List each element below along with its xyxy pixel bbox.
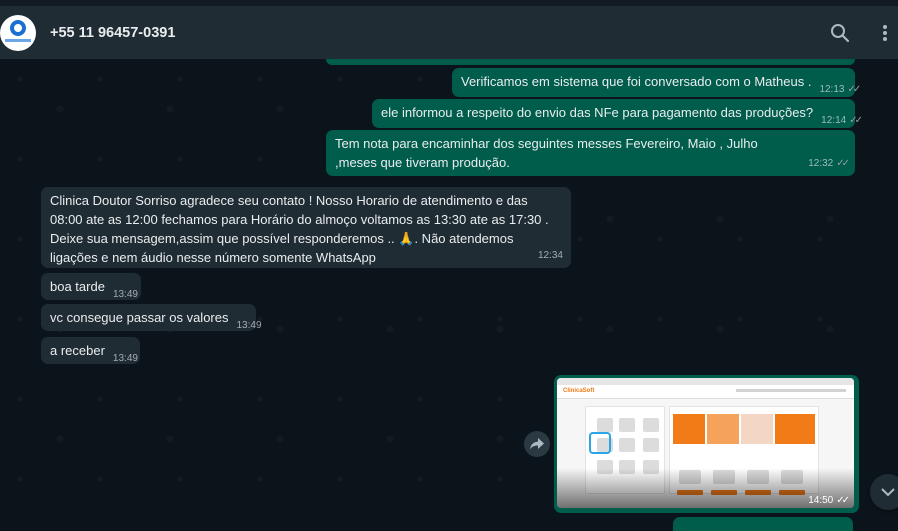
message-time: 12:13	[819, 84, 845, 95]
outgoing-message[interactable]: ele informou a respeito do envio das NFe…	[372, 99, 863, 128]
chat-header: +55 11 96457-0391	[0, 6, 898, 59]
kebab-menu-icon[interactable]	[874, 22, 896, 44]
screenshot-brand-text: ClinicaSoft	[563, 388, 595, 394]
incoming-message[interactable]: a receber 13:49	[41, 337, 140, 364]
forward-icon[interactable]	[524, 431, 550, 457]
message-time: 13:49	[112, 289, 138, 300]
message-time: 12:34	[537, 250, 563, 261]
incoming-message[interactable]: vc consegue passar os valores 13:49	[41, 304, 262, 331]
clinic-logo-icon	[10, 20, 26, 36]
message-text: Clinica Doutor Sorriso agradece seu cont…	[50, 193, 549, 265]
message-text: a receber	[50, 343, 105, 358]
read-ticks-icon: ✓✓	[836, 495, 850, 506]
message-bubble-partial	[673, 517, 853, 531]
message-text: boa tarde	[50, 279, 105, 294]
outgoing-message[interactable]: Verificamos em sistema que foi conversad…	[452, 68, 861, 97]
outgoing-message[interactable]: Tem nota para encaminhar dos seguintes m…	[326, 130, 855, 176]
scroll-down-button[interactable]	[870, 474, 898, 510]
message-time: 14:50	[808, 495, 834, 506]
screenshot-image[interactable]: ClinicaSoft	[557, 378, 854, 508]
incoming-message[interactable]: boa tarde 13:49	[41, 273, 141, 300]
message-text: Verificamos em sistema que foi conversad…	[461, 74, 812, 89]
search-icon[interactable]	[829, 22, 851, 44]
avatar[interactable]	[0, 15, 36, 51]
message-text: ele informou a respeito do envio das NFe…	[381, 105, 814, 120]
incoming-message[interactable]: Clinica Doutor Sorriso agradece seu cont…	[41, 187, 571, 268]
message-text: vc consegue passar os valores	[50, 310, 229, 325]
message-bubble-partial	[326, 59, 855, 65]
message-time: 13:49	[236, 320, 262, 331]
outgoing-image-message[interactable]: ClinicaSoft 14:50 ✓✓	[554, 375, 859, 513]
message-time: 12:14	[821, 115, 847, 126]
contact-name[interactable]: +55 11 96457-0391	[50, 25, 175, 41]
read-ticks-icon: ✓✓	[849, 115, 863, 126]
chevron-down-icon	[881, 487, 895, 496]
read-ticks-icon: ✓✓	[847, 84, 861, 95]
message-time: 12:32	[808, 158, 834, 169]
read-ticks-icon: ✓✓	[836, 158, 850, 169]
message-time: 13:49	[112, 353, 138, 364]
message-list[interactable]: Verificamos em sistema que foi conversad…	[0, 59, 898, 531]
message-text: Tem nota para encaminhar dos seguintes m…	[335, 136, 758, 170]
